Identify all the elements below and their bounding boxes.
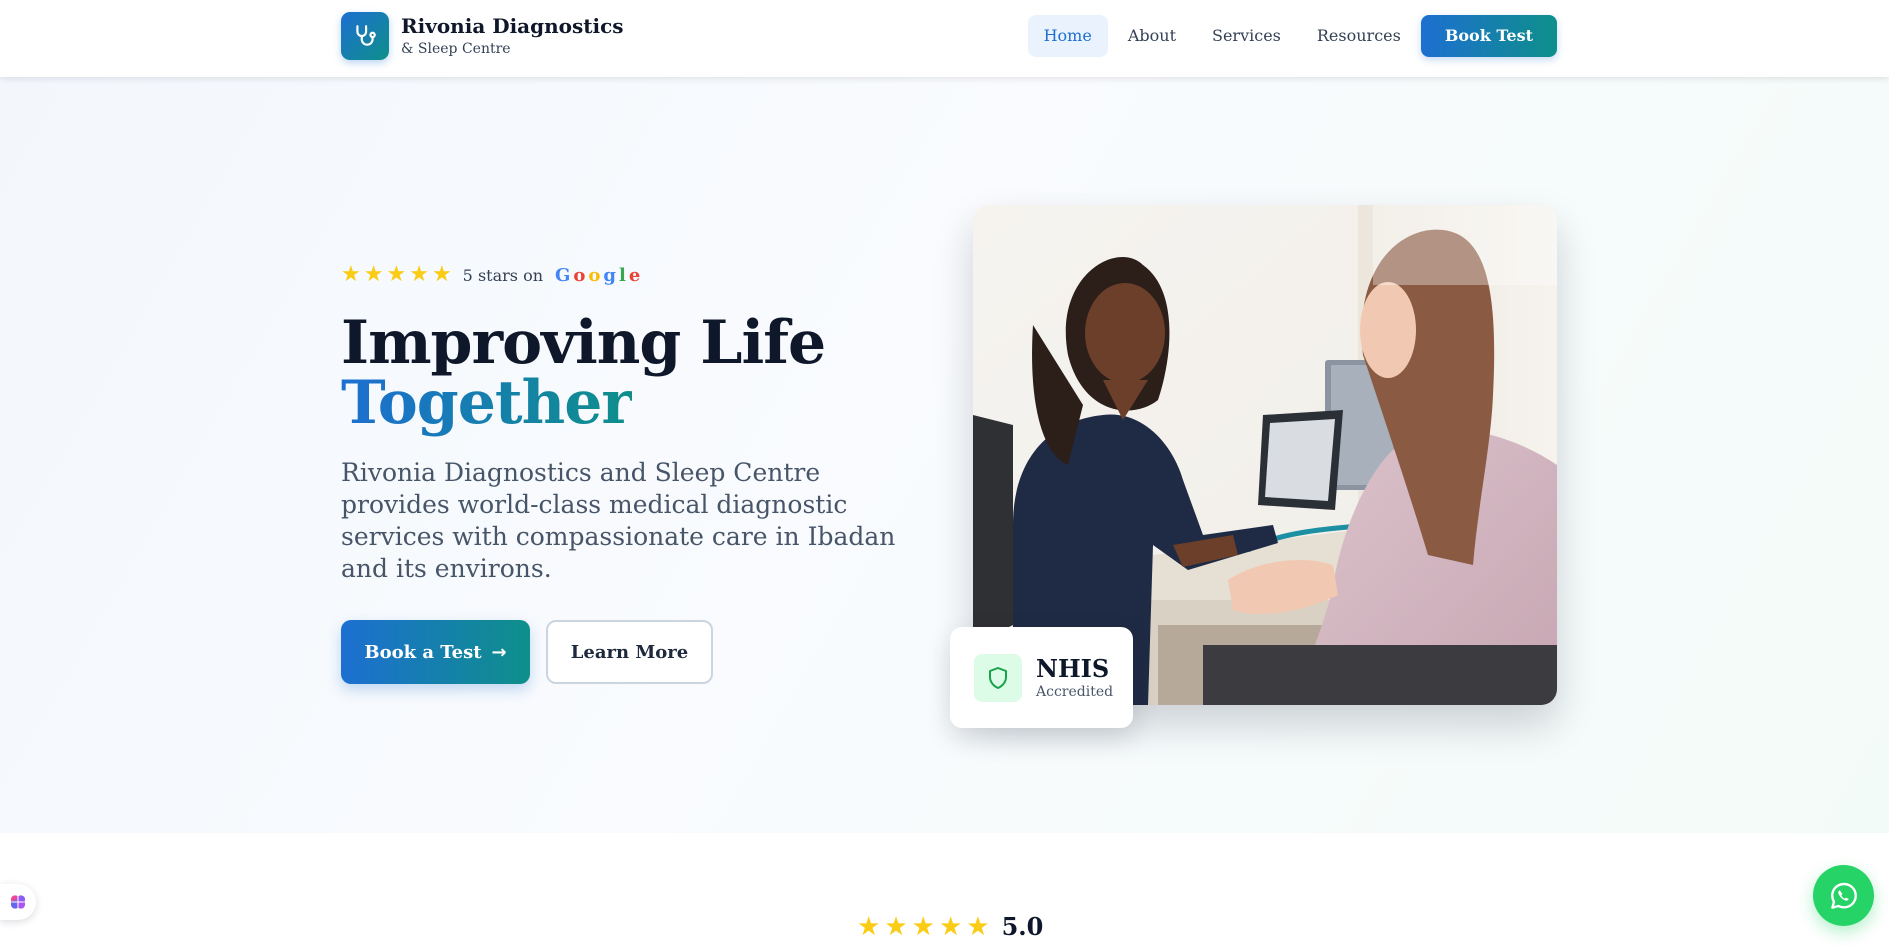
hero-description: Rivonia Diagnostics and Sleep Centre pro…	[341, 458, 896, 583]
star-icon: ★	[857, 911, 881, 942]
headline-line-2: Together	[341, 368, 633, 438]
nav-about[interactable]: About	[1112, 15, 1192, 57]
nhis-badge: NHIS Accredited	[950, 627, 1133, 728]
star-icon: ★	[966, 911, 990, 942]
hero-content: ★ ★ ★ ★ ★ 5 stars on Google Improving Li…	[341, 263, 901, 684]
star-icon: ★	[884, 911, 908, 942]
star-icon: ★	[341, 262, 361, 287]
nhis-title: NHIS	[1036, 653, 1110, 683]
star-icon: ★	[938, 911, 963, 942]
brand-subtitle: & Sleep Centre	[401, 41, 511, 57]
brain-icon	[10, 895, 26, 909]
stethoscope-icon	[341, 12, 389, 60]
hero-section: ★ ★ ★ ★ ★ 5 stars on Google Improving Li…	[0, 77, 1889, 833]
brand-name: Rivonia Diagnostics	[401, 14, 624, 38]
star-icon: ★	[911, 911, 935, 942]
google-logo: Google	[555, 264, 644, 286]
star-icon: ★	[409, 262, 429, 287]
site-header: Rivonia Diagnostics & Sleep Centre Home …	[0, 0, 1889, 77]
star-icon: ★	[431, 262, 452, 287]
shield-icon	[974, 653, 1022, 702]
reviews-rating: ★ ★ ★ ★ ★ 5.0	[857, 912, 1043, 941]
nhis-subtitle: Accredited	[1036, 683, 1114, 700]
main-nav: Home About Services Resources Book Test	[1024, 15, 1557, 57]
rating-score: 5.0	[1001, 912, 1044, 941]
book-a-test-button[interactable]: Book a Test →	[341, 620, 530, 684]
brand-text: Rivonia Diagnostics & Sleep Centre	[401, 13, 624, 59]
learn-more-button[interactable]: Learn More	[546, 620, 713, 684]
google-rating: ★ ★ ★ ★ ★ 5 stars on Google	[341, 263, 901, 287]
nav-home[interactable]: Home	[1027, 15, 1108, 57]
arrow-right-icon: →	[491, 641, 507, 663]
book-a-test-label: Book a Test	[364, 641, 482, 663]
star-icon: ★	[363, 262, 384, 287]
hero-headline: Improving Life Together	[341, 313, 901, 433]
rating-text: 5 stars on	[462, 265, 543, 285]
whatsapp-button[interactable]	[1813, 865, 1874, 926]
brand[interactable]: Rivonia Diagnostics & Sleep Centre	[341, 12, 624, 60]
hero-buttons: Book a Test → Learn More	[341, 620, 901, 684]
book-test-button[interactable]: Book Test	[1420, 15, 1557, 57]
nav-resources[interactable]: Resources	[1301, 15, 1417, 57]
nav-services[interactable]: Services	[1196, 15, 1297, 57]
whatsapp-icon	[1830, 882, 1857, 909]
nhis-text: NHIS Accredited	[1036, 653, 1114, 701]
assistant-widget-button[interactable]	[0, 884, 36, 920]
star-icon: ★	[386, 262, 407, 287]
